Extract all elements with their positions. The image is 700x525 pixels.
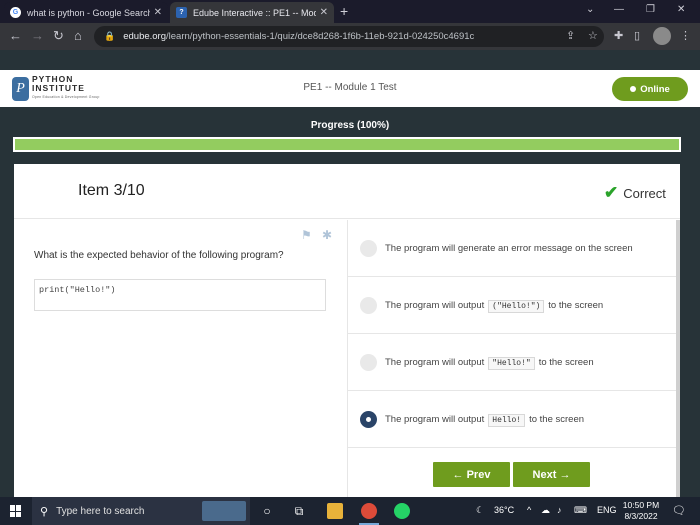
new-tab-button[interactable]: + <box>340 3 348 19</box>
tray-up-arrow-icon[interactable]: ^ <box>527 505 531 515</box>
option-text: The program will generate an error messa… <box>385 242 633 254</box>
keyboard-icon[interactable]: ⌨ <box>574 505 587 516</box>
tab-title: what is python - Google Search <box>27 7 150 18</box>
tab-title: Edube Interactive :: PE1 -- Modul <box>193 7 316 18</box>
search-highlight-image <box>202 501 246 521</box>
progress-bar-fill <box>15 139 679 150</box>
google-icon: G <box>10 7 21 18</box>
item-header: Item 3/10 ✔ Correct <box>14 164 680 219</box>
answer-option[interactable]: The program will generate an error messa… <box>348 220 676 277</box>
option-code: Hello! <box>488 413 526 427</box>
restore-icon[interactable]: ❐ <box>646 4 655 15</box>
reload-icon[interactable]: ↻ <box>53 28 64 44</box>
code-snippet: print("Hello!") <box>34 279 326 311</box>
close-window-icon[interactable]: ✕ <box>677 4 685 15</box>
cortana-icon[interactable]: ○ <box>259 503 275 519</box>
browser-toolbar: ← → ↻ ⌂ 🔒 edube.org/learn/python-essenti… <box>0 23 700 50</box>
tab-search-icon[interactable]: ⌄ <box>586 4 594 15</box>
bug-report-icon[interactable]: ✱ <box>322 228 332 242</box>
progress-label: Progress (100%) <box>310 120 390 131</box>
notifications-icon[interactable]: 🗨 <box>672 504 686 517</box>
home-icon[interactable]: ⌂ <box>74 28 82 43</box>
url-host: edube.org <box>123 31 167 42</box>
browser-tab-edube[interactable]: ? Edube Interactive :: PE1 -- Modul ✕ <box>170 2 334 23</box>
option-text-prefix: The program will output <box>385 299 485 311</box>
python-institute-icon: ? <box>176 7 187 18</box>
bookmark-star-icon[interactable]: ☆ <box>588 29 598 42</box>
page-content: P PYTHON INSTITUTE Open Education & Deve… <box>0 50 700 497</box>
language-indicator[interactable]: ENG <box>597 505 617 515</box>
extensions-icon[interactable]: ✚ <box>614 29 623 42</box>
option-text: The program will output "Hello!" to the sc… <box>385 356 594 370</box>
radio-button[interactable] <box>360 353 377 371</box>
option-code: "Hello!" <box>488 356 535 370</box>
option-text-prefix: The program will output <box>385 413 485 425</box>
prev-button[interactable]: ← Prev <box>433 462 510 487</box>
option-text: The program will output ("Hello!") to the … <box>385 299 604 313</box>
progress-bar <box>13 137 681 152</box>
network-icon[interactable]: ☁ <box>541 505 550 516</box>
item-title: Item 3/10 <box>78 182 145 199</box>
test-title: PE1 -- Module 1 Test <box>303 82 397 93</box>
checkmark-icon: ✔ <box>604 183 619 202</box>
answer-options-pane: The program will generate an error messa… <box>347 220 680 497</box>
status-dot-icon <box>630 86 637 92</box>
logo-tagline: Open Education & Development Group <box>32 95 100 99</box>
close-tab-icon[interactable]: ✕ <box>320 7 328 18</box>
option-code: ("Hello!") <box>488 299 545 313</box>
verdict-label: Correct <box>623 185 666 201</box>
url-path: /learn/python-essentials-1/quiz/dce8d268… <box>166 31 475 42</box>
option-text: The program will output Hello! to the scre… <box>385 413 585 427</box>
temperature[interactable]: 36°C <box>494 505 514 515</box>
quiz-card: Item 3/10 ✔ Correct ⚑ ✱ What is the expe… <box>14 164 680 497</box>
lock-icon: 🔒 <box>104 31 116 41</box>
windows-taskbar: ⚲ Type here to search ○ ⧉ ☾ 36°C ^ ☁ ♪ ⌨… <box>0 497 700 525</box>
online-status-label: Online <box>640 83 670 95</box>
weather-moon-icon: ☾ <box>476 505 485 515</box>
question-pane: ⚑ ✱ What is the expected behavior of the… <box>14 220 347 497</box>
chrome-icon[interactable] <box>361 503 377 519</box>
search-icon: ⚲ <box>40 505 49 518</box>
profile-avatar[interactable] <box>653 27 671 45</box>
option-text-suffix: to the screen <box>548 299 604 311</box>
flag-icon[interactable]: ⚑ <box>301 228 312 242</box>
minimize-icon[interactable]: — <box>614 4 624 15</box>
answer-option-selected[interactable]: The program will output Hello! to the scre… <box>348 391 676 448</box>
browser-tab-bar: G what is python - Google Search ✕ ? Edu… <box>0 0 700 23</box>
taskbar-search-box[interactable]: ⚲ Type here to search <box>32 497 250 525</box>
whatsapp-icon[interactable] <box>394 503 410 519</box>
address-bar[interactable]: 🔒 edube.org/learn/python-essentials-1/qu… <box>94 26 604 47</box>
question-text: What is the expected behavior of the fol… <box>34 250 284 261</box>
search-placeholder: Type here to search <box>56 505 145 517</box>
menu-dots-icon[interactable]: ⋮ <box>680 29 691 42</box>
share-icon[interactable]: ⇪ <box>566 29 575 42</box>
radio-button[interactable] <box>360 239 377 257</box>
options-scrollbar[interactable] <box>676 220 680 497</box>
file-explorer-icon[interactable] <box>327 503 343 519</box>
answer-option[interactable]: The program will output "Hello!" to the sc… <box>348 334 676 391</box>
clock-date: 8/3/2022 <box>624 511 658 521</box>
back-icon[interactable]: ← <box>9 28 22 43</box>
windows-start-icon[interactable] <box>10 505 22 517</box>
close-tab-icon[interactable]: ✕ <box>154 7 162 18</box>
radio-button-selected[interactable] <box>360 410 377 428</box>
online-status-button[interactable]: Online <box>612 77 688 101</box>
browser-tab-google-search[interactable]: G what is python - Google Search ✕ <box>4 2 168 23</box>
option-text-prefix: The program will output <box>385 356 485 368</box>
forward-icon[interactable]: → <box>31 28 44 43</box>
answer-verdict: ✔ Correct <box>604 183 666 203</box>
clock-time: 10:50 PM <box>622 500 660 510</box>
next-button[interactable]: Next → <box>513 462 590 487</box>
radio-button[interactable] <box>360 296 377 314</box>
option-text-suffix: to the screen <box>529 413 585 425</box>
volume-icon[interactable]: ♪ <box>557 505 562 515</box>
taskbar-clock[interactable]: 10:50 PM 8/3/2022 <box>618 500 664 522</box>
answer-option[interactable]: The program will output ("Hello!") to the … <box>348 277 676 334</box>
task-view-icon[interactable]: ⧉ <box>291 503 307 519</box>
side-panel-icon[interactable]: ▯ <box>634 29 640 42</box>
option-text-suffix: to the screen <box>538 356 594 368</box>
